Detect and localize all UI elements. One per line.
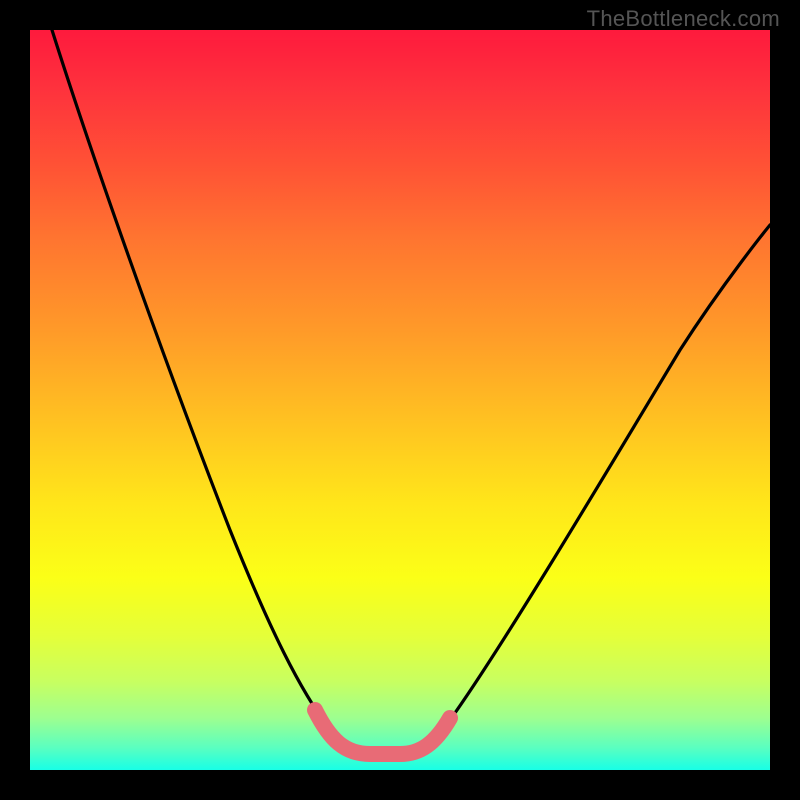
chart-container: TheBottleneck.com xyxy=(0,0,800,800)
curve-layer xyxy=(30,30,770,770)
bottleneck-curve xyxy=(52,30,770,754)
highlight-band xyxy=(315,710,450,754)
watermark-text: TheBottleneck.com xyxy=(587,6,780,32)
plot-area xyxy=(30,30,770,770)
